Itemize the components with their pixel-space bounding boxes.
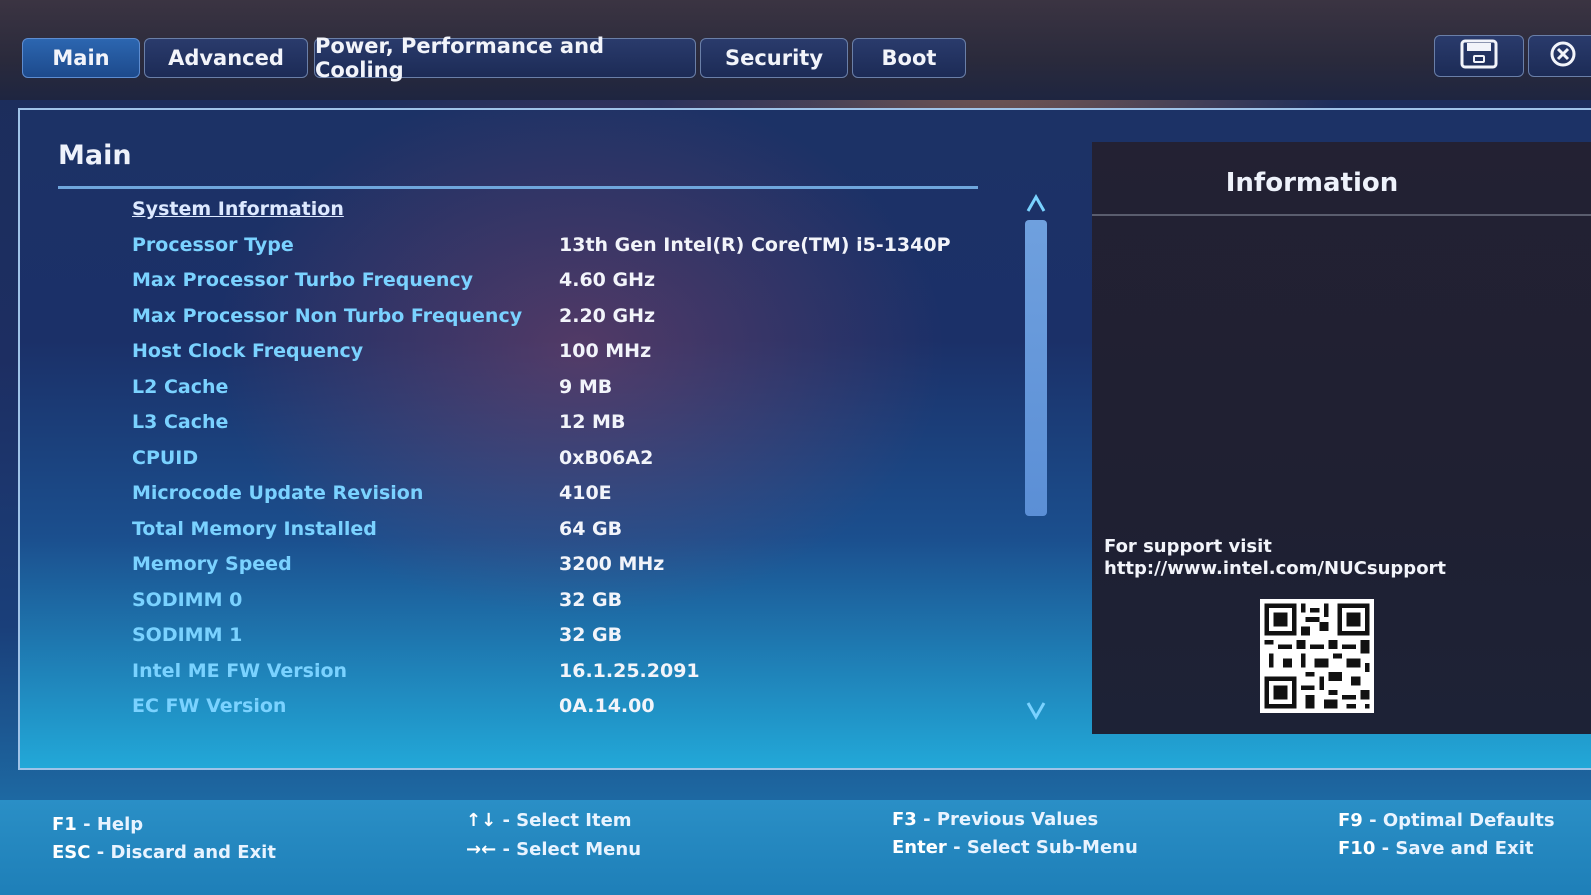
row-value: 16.1.25.2091 [559,660,700,682]
tab-bar: Main Advanced Power, Performance and Coo… [0,0,1591,100]
tab-main[interactable]: Main [22,38,140,78]
tab-power-performance-cooling[interactable]: Power, Performance and Cooling [314,34,696,82]
row-label: SODIMM 0 [132,589,243,611]
updown-text: - Select Item [496,810,632,831]
footer-select-menu: →← - Select Menu [466,839,641,860]
close-icon [1548,39,1578,73]
qr-code-icon [1260,599,1374,713]
save-button[interactable] [1434,35,1524,77]
info-row[interactable]: Total Memory Installed 64 GB [132,518,1012,548]
info-row[interactable]: L3 Cache 12 MB [132,411,1012,441]
page-title: Main [58,140,132,171]
system-information-heading[interactable]: System Information [132,198,344,220]
f10-key: F10 [1338,838,1376,859]
info-row[interactable]: Max Processor Non Turbo Frequency 2.20 G… [132,305,1012,335]
row-label: Max Processor Turbo Frequency [132,269,473,291]
enter-text: - Select Sub-Menu [946,837,1138,858]
row-value: 100 MHz [559,340,652,362]
info-row[interactable]: Processor Type 13th Gen Intel(R) Core(TM… [132,234,1012,264]
information-panel: Information For support visit http://www… [1092,142,1591,734]
enter-key: Enter [892,837,947,858]
left-right-arrows-icon: →← [466,839,497,860]
tab-advanced[interactable]: Advanced [144,38,308,78]
title-divider [58,186,978,189]
f3-text: - Previous Values [916,809,1099,830]
up-down-arrows-icon: ↑↓ [466,810,497,831]
exit-button[interactable] [1528,35,1591,77]
row-label: L2 Cache [132,376,229,398]
footer-save-exit: F10 - Save and Exit [1338,838,1533,859]
footer-select-item: ↑↓ - Select Item [466,810,632,831]
row-value: 13th Gen Intel(R) Core(TM) i5-1340P [559,234,951,256]
f9-text: - Optimal Defaults [1362,810,1555,831]
scroll-up-arrow-icon[interactable] [1024,192,1048,216]
support-text: For support visit [1104,536,1272,557]
save-icon [1460,39,1498,73]
row-value: 0xB06A2 [559,447,654,469]
row-value: 64 GB [559,518,623,540]
row-value: 12 MB [559,411,626,433]
row-value: 3200 MHz [559,553,665,575]
row-label: Max Processor Non Turbo Frequency [132,305,523,327]
f9-key: F9 [1338,810,1363,831]
f1-key: F1 [52,814,77,835]
info-row[interactable]: SODIMM 0 32 GB [132,589,1012,619]
row-label: Total Memory Installed [132,518,377,540]
info-row[interactable]: SODIMM 1 32 GB [132,624,1012,654]
row-label: Processor Type [132,234,294,256]
info-row[interactable]: EC FW Version 0A.14.00 [132,695,1012,725]
scroll-down-arrow-icon[interactable] [1024,698,1048,722]
info-row[interactable]: Intel ME FW Version 16.1.25.2091 [132,660,1012,690]
f10-text: - Save and Exit [1375,838,1534,859]
information-divider [1092,214,1591,216]
footer-select-submenu: Enter - Select Sub-Menu [892,837,1138,858]
tab-boot[interactable]: Boot [852,38,966,78]
row-label: SODIMM 1 [132,624,243,646]
row-value: 32 GB [559,624,623,646]
footer-previous-values: F3 - Previous Values [892,809,1098,830]
info-row[interactable]: Max Processor Turbo Frequency 4.60 GHz [132,269,1012,299]
row-value: 0A.14.00 [559,695,655,717]
row-value: 32 GB [559,589,623,611]
esc-text: - Discard and Exit [90,842,276,863]
row-label: Memory Speed [132,553,292,575]
information-title: Information [1225,168,1399,198]
row-value: 4.60 GHz [559,269,656,291]
leftright-text: - Select Menu [496,839,642,860]
row-label: L3 Cache [132,411,229,433]
row-label: Microcode Update Revision [132,482,424,504]
support-url: http://www.intel.com/NUCsupport [1104,558,1447,579]
row-label: CPUID [132,447,199,469]
footer-optimal-defaults: F9 - Optimal Defaults [1338,810,1555,831]
row-label: Host Clock Frequency [132,340,364,362]
tab-security[interactable]: Security [700,38,848,78]
row-label: EC FW Version [132,695,287,717]
info-row[interactable]: Host Clock Frequency 100 MHz [132,340,1012,370]
info-row[interactable]: L2 Cache 9 MB [132,376,1012,406]
f3-key: F3 [892,809,917,830]
esc-key: ESC [52,842,91,863]
row-label: Intel ME FW Version [132,660,348,682]
row-value: 410E [559,482,612,504]
info-row[interactable]: Memory Speed 3200 MHz [132,553,1012,583]
bios-screen: Main Advanced Power, Performance and Coo… [0,0,1591,895]
scrollbar-thumb[interactable] [1025,220,1047,516]
row-value: 2.20 GHz [559,305,656,327]
help-footer: F1 - Help ESC - Discard and Exit ↑↓ - Se… [0,800,1591,895]
row-value: 9 MB [559,376,613,398]
info-row[interactable]: Microcode Update Revision 410E [132,482,1012,512]
footer-help: F1 - Help [52,814,143,835]
f1-text: - Help [76,814,144,835]
info-row[interactable]: CPUID 0xB06A2 [132,447,1012,477]
footer-discard-exit: ESC - Discard and Exit [52,842,276,863]
